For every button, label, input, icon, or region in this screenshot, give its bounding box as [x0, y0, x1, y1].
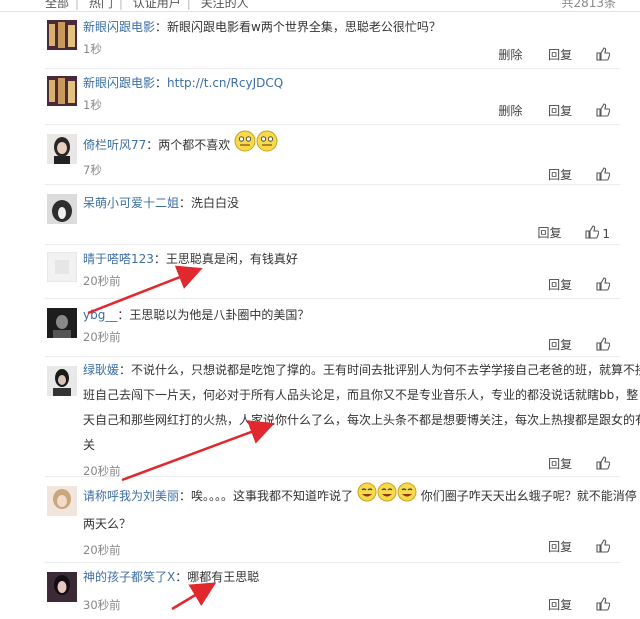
comment-item: ybg__：王思聪以为他是八卦圈中的美国？ 20秒前 回复 — [45, 298, 620, 357]
laughing-emoji-icon — [377, 482, 397, 511]
tab-following[interactable]: 关注的人 — [201, 0, 249, 10]
awkward-smile-emoji-icon — [256, 130, 278, 161]
like-count: 1 — [602, 226, 610, 241]
comment-actions: 删除 回复 — [476, 102, 611, 120]
username[interactable]: 绿耿媛 — [83, 363, 119, 377]
reply-button[interactable]: 回复 — [548, 168, 572, 182]
reply-button[interactable]: 回复 — [548, 48, 572, 62]
reply-button[interactable]: 回复 — [548, 540, 572, 554]
username[interactable]: 新眼闪跟电影 — [83, 76, 155, 90]
comment-content: ：两个都不喜欢 — [146, 138, 231, 152]
comment-filter-bar: 全部 | 热门 | 认证用户 | 关注的人 共2813条 — [0, 0, 640, 12]
thumbs-up-icon[interactable] — [596, 456, 611, 473]
comment-text: 请称呼我为刘美丽：唉。。。。这事我都不知道咋说了 你们圈子咋天天出幺蛾子呢？就不… — [83, 482, 640, 537]
reply-button[interactable]: 回复 — [548, 598, 572, 612]
avatar[interactable] — [47, 194, 77, 224]
thumbs-up-icon[interactable] — [596, 47, 611, 64]
comment-actions: 回复 — [526, 166, 611, 184]
comment-item: 绿耿媛：不说什么，只想说都是吃饱了撑的。王有时间去批评别人为何不去学学接自己老爸… — [45, 356, 640, 478]
username[interactable]: 新眼闪跟电影 — [83, 20, 155, 34]
thumbs-up-icon[interactable] — [596, 103, 611, 120]
laughing-emoji-icon — [397, 482, 417, 511]
avatar[interactable] — [47, 20, 77, 50]
avatar[interactable] — [47, 486, 77, 516]
comment-actions: 回复 — [526, 596, 611, 614]
comment-text: 新眼闪跟电影：新眼闪跟电影看w两个世界全集，思聪老公很忙吗？ — [83, 14, 612, 40]
comment-text: 倚栏听风77：两个都不喜欢 — [83, 130, 612, 161]
thumbs-up-icon[interactable] — [596, 167, 611, 184]
laughing-emoji-icon — [357, 482, 377, 511]
thumbs-up-icon[interactable] — [596, 539, 611, 556]
thumbs-up-icon[interactable] — [596, 277, 611, 294]
comment-actions: 回复 — [526, 538, 611, 556]
comment-item: 新眼闪跟电影：新眼闪跟电影看w两个世界全集，思聪老公很忙吗？ 1秒 删除 回复 — [45, 12, 620, 69]
comment-text: 神的孩子都笑了X：哪都有王思聪 — [83, 564, 612, 590]
total-count: 共2813条 — [561, 0, 616, 10]
comment-body: 呆萌小可爱十二姐：洗白白没 — [83, 190, 612, 216]
avatar[interactable] — [47, 76, 77, 106]
avatar[interactable] — [47, 572, 77, 602]
tab-divider: | — [118, 0, 123, 10]
comment-content: ：哪都有王思聪 — [175, 570, 260, 584]
avatar[interactable] — [47, 252, 77, 282]
comment-item: 晴于嗒嗒123：王思聪真是闲，有钱真好 20秒前 回复 — [45, 244, 620, 299]
tab-hot[interactable]: 热门 — [89, 0, 113, 10]
comment-content: ：洗白白没 — [179, 196, 240, 210]
avatar[interactable] — [47, 308, 77, 338]
comment-text: 新眼闪跟电影：http://t.cn/RcyJDCQ — [83, 70, 612, 96]
comment-text: ybg__：王思聪以为他是八卦圈中的美国？ — [83, 302, 612, 328]
thumbs-up-icon[interactable] — [585, 225, 600, 242]
comment-actions: 回复 — [526, 455, 611, 473]
comment-content: ：王思聪真是闲，有钱真好 — [153, 252, 298, 266]
username[interactable]: 神的孩子都笑了X — [83, 570, 175, 584]
thumbs-up-icon[interactable] — [596, 337, 611, 354]
reply-button[interactable]: 回复 — [548, 104, 572, 118]
reply-button[interactable]: 回复 — [548, 457, 572, 471]
tab-verified[interactable]: 认证用户 — [133, 0, 181, 10]
thumbs-up-icon[interactable] — [596, 597, 611, 614]
comment-item: 神的孩子都笑了X：哪都有王思聪 30秒前 回复 — [45, 562, 620, 619]
avatar[interactable] — [47, 134, 77, 164]
comment-actions: 回复 1 — [516, 224, 610, 242]
username[interactable]: 请称呼我为刘美丽 — [83, 489, 179, 503]
short-link[interactable]: http://t.cn/RcyJDCQ — [167, 76, 283, 90]
comment-actions: 删除 回复 — [476, 46, 611, 64]
delete-button[interactable]: 删除 — [498, 104, 522, 118]
tab-divider: | — [186, 0, 191, 10]
comment-content: ： — [155, 76, 168, 90]
reply-button[interactable]: 回复 — [548, 338, 572, 352]
comment-item: 请称呼我为刘美丽：唉。。。。这事我都不知道咋说了 你们圈子咋天天出幺蛾子呢？就不… — [45, 476, 637, 563]
comment-content: ：唉。。。。这事我都不知道咋说了 — [179, 489, 354, 503]
reply-button[interactable]: 回复 — [538, 226, 562, 240]
comment-item: 倚栏听风77：两个都不喜欢 7秒 回复 — [45, 124, 620, 185]
comment-item: 新眼闪跟电影：http://t.cn/RcyJDCQ 1秒 删除 回复 — [45, 68, 620, 125]
comment-actions: 回复 — [526, 336, 611, 354]
tab-divider: | — [75, 0, 80, 10]
comment-item: 呆萌小可爱十二姐：洗白白没 回复 1 — [45, 184, 620, 245]
comment-text: 绿耿媛：不说什么，只想说都是吃饱了撑的。王有时间去批评别人为何不去学学接自己老爸… — [83, 358, 640, 458]
comment-content: ：王思聪以为他是八卦圈中的美国？ — [117, 308, 310, 322]
username[interactable]: 呆萌小可爱十二姐 — [83, 196, 179, 210]
tab-all[interactable]: 全部 — [45, 0, 69, 10]
comment-content: ：新眼闪跟电影看w两个世界全集，思聪老公很忙吗？ — [155, 20, 441, 34]
comment-text: 晴于嗒嗒123：王思聪真是闲，有钱真好 — [83, 246, 612, 272]
delete-button[interactable]: 删除 — [498, 48, 522, 62]
comment-content: ：不说什么，只想说都是吃饱了撑的。王有时间去批评别人为何不去学学接自己老爸的班，… — [83, 363, 640, 452]
comment-text: 呆萌小可爱十二姐：洗白白没 — [83, 190, 612, 216]
comment-actions: 回复 — [526, 276, 611, 294]
avatar[interactable] — [47, 366, 77, 396]
username[interactable]: 晴于嗒嗒123 — [83, 252, 154, 266]
username[interactable]: 倚栏听风77 — [83, 138, 146, 152]
awkward-smile-emoji-icon — [234, 130, 256, 161]
reply-button[interactable]: 回复 — [548, 278, 572, 292]
username[interactable]: ybg__ — [83, 308, 117, 322]
filter-tabs: 全部 | 热门 | 认证用户 | 关注的人 — [45, 0, 255, 11]
